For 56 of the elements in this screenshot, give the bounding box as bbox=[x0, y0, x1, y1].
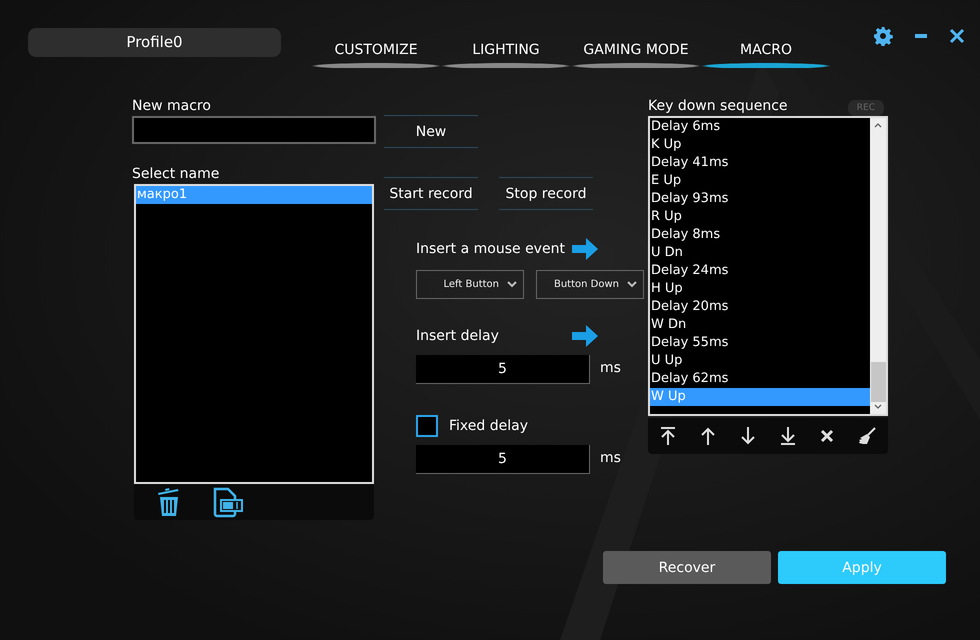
footer-button[interactable]: Recover bbox=[603, 551, 771, 584]
arrow-up-icon[interactable] bbox=[700, 427, 716, 445]
arrow-right-icon bbox=[572, 238, 598, 260]
sequence-item[interactable]: Delay 24ms bbox=[650, 262, 870, 280]
scrollbar-thumb[interactable] bbox=[870, 362, 886, 402]
sequence-item[interactable]: Delay 8ms bbox=[650, 226, 870, 244]
sequence-item[interactable]: K Up bbox=[650, 136, 870, 154]
close-icon[interactable] bbox=[949, 28, 965, 44]
scrollbar[interactable] bbox=[870, 118, 886, 414]
dropdown[interactable]: Left Button bbox=[416, 270, 524, 299]
chevron-down-icon bbox=[507, 281, 517, 288]
sequence-item[interactable]: Delay 20ms bbox=[650, 298, 870, 316]
sequence-item[interactable]: U Dn bbox=[650, 244, 870, 262]
arrow-down-icon[interactable] bbox=[740, 427, 756, 445]
move-to-bottom-icon[interactable] bbox=[780, 427, 796, 445]
delay-field[interactable]: 5 bbox=[416, 445, 590, 474]
macro-name-field[interactable] bbox=[132, 116, 376, 144]
sequence-item[interactable]: E Up bbox=[650, 172, 870, 190]
list-label: Key down sequence bbox=[648, 97, 788, 116]
sequence-item[interactable]: R Up bbox=[650, 208, 870, 226]
sequence-item[interactable]: Delay 62ms bbox=[650, 370, 870, 388]
arrow-right-icon bbox=[572, 325, 598, 347]
profile-selector[interactable]: Profile0 bbox=[28, 28, 281, 57]
tab[interactable]: GAMING MODE bbox=[571, 42, 701, 68]
unit-label: ms bbox=[600, 359, 621, 378]
sequence-item[interactable]: Delay 6ms bbox=[650, 118, 870, 136]
sequence-item[interactable]: Delay 55ms bbox=[650, 334, 870, 352]
tab[interactable]: CUSTOMIZE bbox=[311, 42, 441, 68]
unit-label: ms bbox=[600, 449, 621, 468]
chevron-up-icon[interactable] bbox=[874, 122, 882, 128]
list-label: Select name bbox=[132, 165, 220, 184]
delay-field[interactable]: 5 bbox=[416, 355, 590, 384]
sequence-item[interactable]: W Dn bbox=[650, 316, 870, 334]
tab[interactable]: MACRO bbox=[701, 42, 831, 68]
record-button[interactable]: Stop record bbox=[499, 177, 593, 210]
field-label: New macro bbox=[132, 97, 212, 116]
broom-icon[interactable] bbox=[858, 427, 876, 445]
section-label: Insert delay bbox=[416, 328, 499, 344]
sequence-item[interactable]: Delay 41ms bbox=[650, 154, 870, 172]
record-button[interactable]: Start record bbox=[384, 177, 478, 210]
section-label: Insert a mouse event bbox=[416, 241, 565, 257]
document-icon[interactable] bbox=[212, 486, 244, 518]
chevron-down-icon[interactable] bbox=[874, 404, 882, 410]
tab[interactable]: LIGHTING bbox=[441, 42, 571, 68]
rec-indicator: REC bbox=[848, 100, 884, 116]
delete-icon[interactable] bbox=[820, 429, 834, 443]
checkbox[interactable] bbox=[416, 415, 438, 437]
dropdown[interactable]: Button Down bbox=[536, 270, 644, 299]
move-to-top-icon[interactable] bbox=[660, 427, 676, 445]
sequence-item[interactable]: Delay 93ms bbox=[650, 190, 870, 208]
settings-icon[interactable] bbox=[873, 26, 893, 46]
new-button[interactable]: New bbox=[384, 115, 478, 148]
sequence-item[interactable]: U Up bbox=[650, 352, 870, 370]
sequence-item[interactable]: H Up bbox=[650, 280, 870, 298]
chevron-down-icon bbox=[627, 281, 637, 288]
checkbox-label: Fixed delay bbox=[449, 418, 528, 434]
